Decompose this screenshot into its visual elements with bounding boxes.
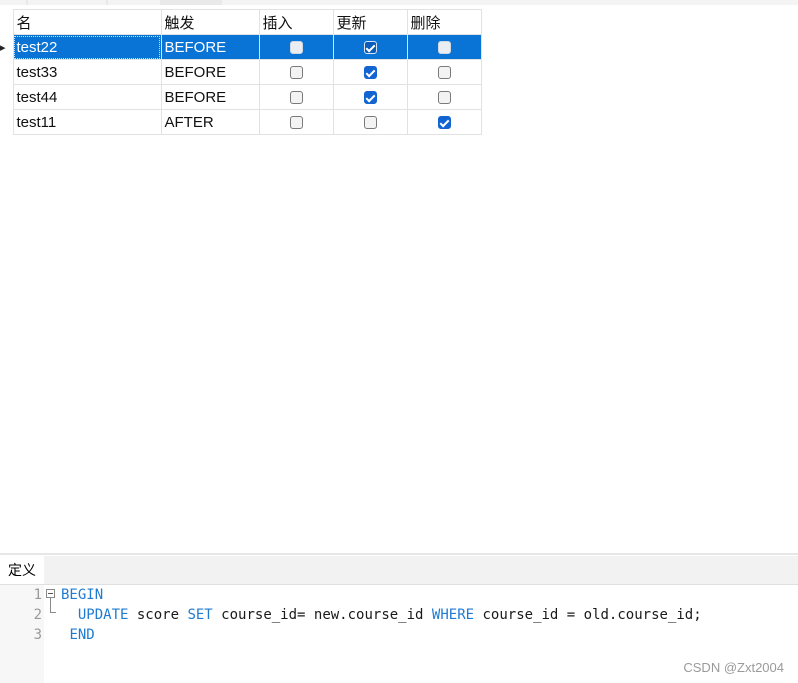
code-keyword: END <box>69 627 95 643</box>
cell-insert <box>258 59 334 85</box>
table-row[interactable]: test44 BEFORE <box>0 84 482 110</box>
cell-delete <box>406 59 482 85</box>
update-checkbox[interactable] <box>363 66 377 80</box>
table-row[interactable]: ▸ test22 BEFORE <box>0 34 482 60</box>
line-number: 1 <box>33 587 42 603</box>
line-number-gutter: 1 2 3 <box>0 585 44 683</box>
toolbar-segment <box>108 0 160 5</box>
current-row-indicator-icon[interactable]: ▸ <box>0 34 14 60</box>
code-text: course_id= new.course_id <box>212 607 432 623</box>
column-header-timing[interactable]: 触发 <box>160 9 260 35</box>
code-line-3: END <box>61 625 95 645</box>
fold-guide-line <box>50 598 51 613</box>
cell-update <box>332 59 408 85</box>
watermark: CSDN @Zxt2004 <box>683 660 784 675</box>
triggers-table: 名 触发 插入 更新 删除 ▸ test22 BEFORE test33 BEFORE t… <box>0 9 482 135</box>
cell-delete <box>406 109 482 135</box>
tab-definition[interactable]: 定义 <box>0 556 44 584</box>
row-indicator-header <box>0 9 13 35</box>
line-number: 2 <box>33 607 42 623</box>
code-line-2: UPDATE score SET course_id= new.course_i… <box>61 605 702 625</box>
column-header-delete[interactable]: 删除 <box>406 9 482 35</box>
code-keyword: BEGIN <box>61 587 104 603</box>
code-editor[interactable]: 1 2 3 BEGIN UPDATE score SET course_id= … <box>0 585 798 683</box>
cell-update <box>332 109 408 135</box>
code-line-1: BEGIN <box>61 585 103 605</box>
table-row[interactable]: test33 BEFORE <box>0 59 482 85</box>
delete-checkbox[interactable] <box>437 116 451 130</box>
cell-trigger-timing[interactable]: BEFORE <box>160 84 260 110</box>
cell-insert <box>258 84 334 110</box>
delete-checkbox[interactable] <box>437 41 451 55</box>
cell-insert <box>258 34 334 60</box>
cell-update <box>332 34 408 60</box>
definition-tab-bar: 定义 <box>0 556 798 585</box>
insert-checkbox[interactable] <box>289 41 303 55</box>
row-indicator[interactable] <box>0 84 14 110</box>
table-row[interactable]: test11 AFTER <box>0 109 482 135</box>
toolbar-segment <box>222 0 798 5</box>
cell-trigger-timing[interactable]: BEFORE <box>160 34 260 60</box>
insert-checkbox[interactable] <box>289 91 303 105</box>
column-header-name[interactable]: 名 <box>12 9 162 35</box>
cell-update <box>332 84 408 110</box>
fold-guide-end <box>50 612 56 613</box>
fold-toggle-icon[interactable] <box>46 589 55 598</box>
panel-splitter[interactable] <box>0 553 798 555</box>
toolbar-segment <box>28 0 106 5</box>
update-checkbox[interactable] <box>363 116 377 130</box>
row-indicator[interactable] <box>0 59 14 85</box>
toolbar-segment <box>0 0 26 5</box>
column-header-update[interactable]: 更新 <box>332 9 408 35</box>
cell-delete <box>406 84 482 110</box>
code-keyword: WHERE <box>431 607 475 623</box>
insert-checkbox[interactable] <box>289 66 303 80</box>
table-header-row: 名 触发 插入 更新 删除 <box>0 9 482 35</box>
code-text: course_id = old.course_id; <box>474 607 702 623</box>
line-number: 3 <box>33 627 42 643</box>
cell-trigger-name[interactable]: test22 <box>12 34 162 60</box>
delete-checkbox[interactable] <box>437 66 451 80</box>
cell-trigger-name[interactable]: test44 <box>12 84 162 110</box>
delete-checkbox[interactable] <box>437 91 451 105</box>
cell-delete <box>406 34 482 60</box>
code-text: score <box>128 607 188 623</box>
cell-insert <box>258 109 334 135</box>
update-checkbox[interactable] <box>363 41 377 55</box>
cell-trigger-name[interactable]: test33 <box>12 59 162 85</box>
update-checkbox[interactable] <box>363 91 377 105</box>
cell-trigger-timing[interactable]: AFTER <box>160 109 260 135</box>
insert-checkbox[interactable] <box>289 116 303 130</box>
code-keyword: UPDATE <box>77 607 129 623</box>
code-keyword: SET <box>187 607 213 623</box>
top-toolbar-strip <box>0 0 798 5</box>
cell-trigger-timing[interactable]: BEFORE <box>160 59 260 85</box>
row-indicator[interactable] <box>0 109 14 135</box>
column-header-insert[interactable]: 插入 <box>258 9 334 35</box>
cell-trigger-name[interactable]: test11 <box>12 109 162 135</box>
